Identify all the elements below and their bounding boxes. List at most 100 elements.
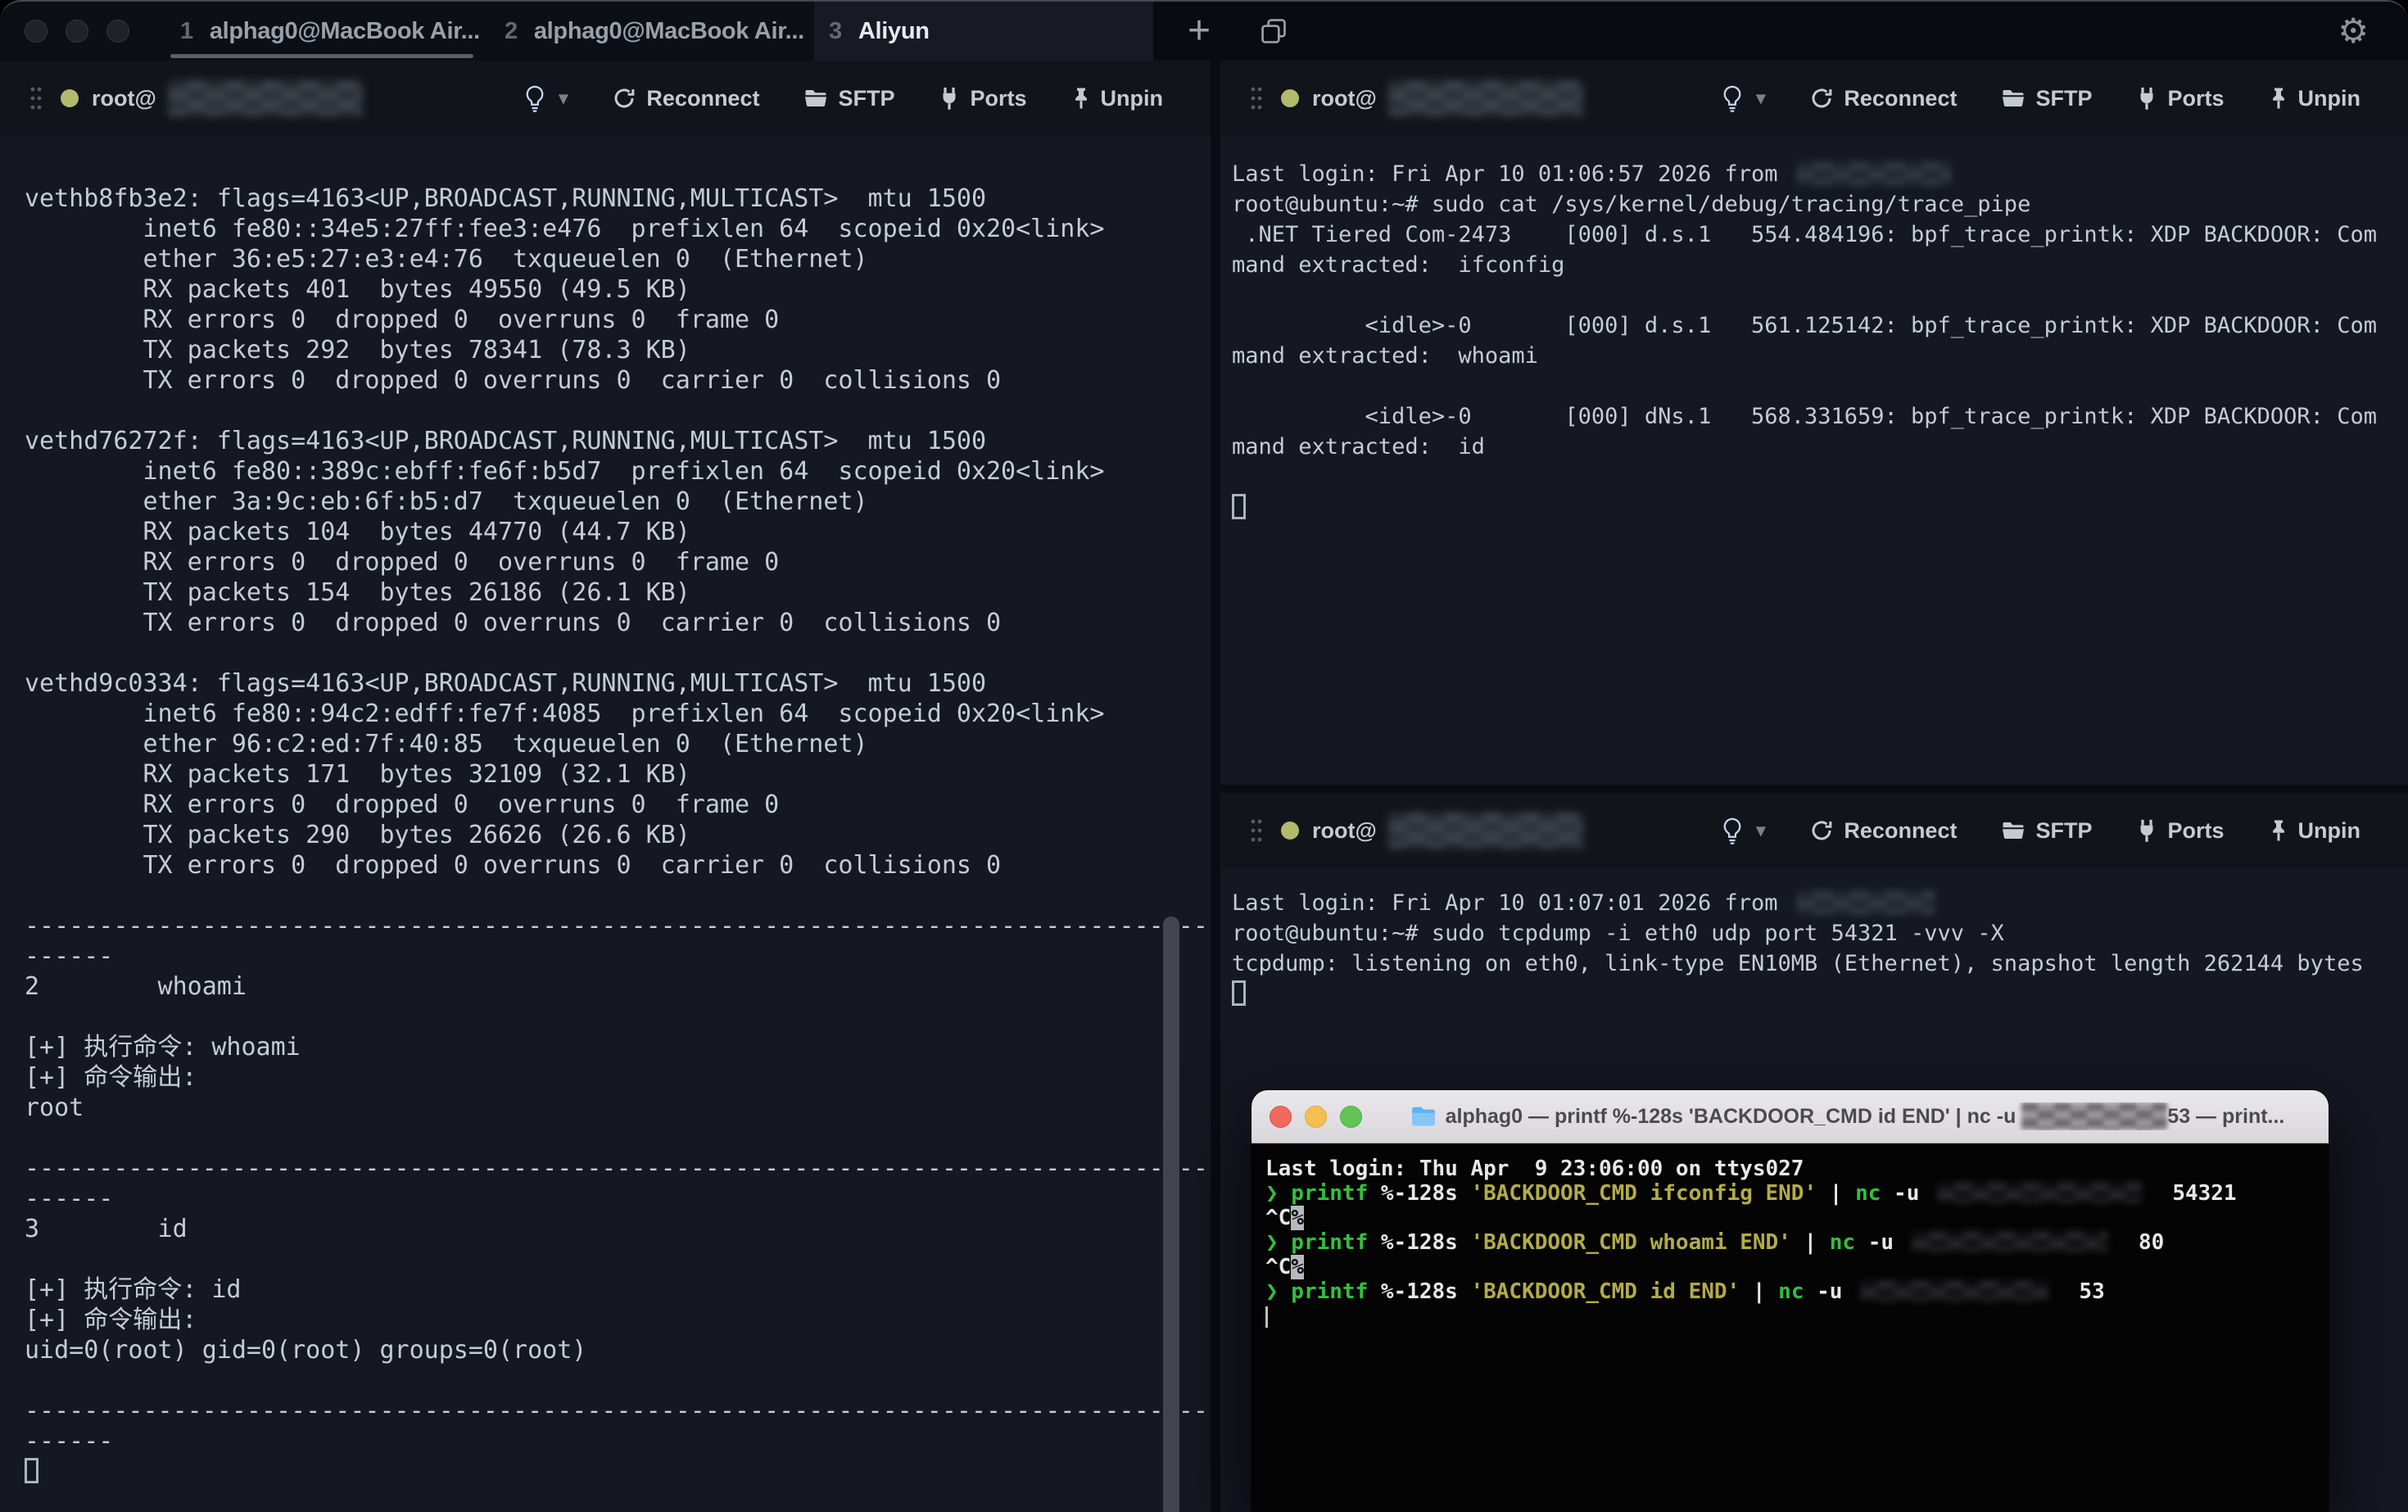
terminal-line: RX packets 171 bytes 32109 (32.1 KB) [25,759,1211,790]
new-tab-button[interactable]: + [1188,11,1211,51]
terminal-line: RX errors 0 dropped 0 overruns 0 frame 0 [25,790,1211,820]
folder-icon [2001,88,2026,109]
connection-status-dot [1281,89,1299,107]
terminal-line: Last login: Thu Apr 9 23:06:00 on ttys02… [1265,1157,2320,1181]
terminal-line [1232,371,2408,401]
drag-handle-icon[interactable] [1250,817,1263,844]
tab-bar: 1 alphag0@MacBook Air... 2 alphag0@MacBo… [0,2,2408,61]
terminal-text: -u [1804,1279,1855,1304]
reconnect-button[interactable]: Reconnect [612,86,759,111]
terminal-text: ether 36:e5:27:e3:e4:76 txqueuelen 0 (Et… [25,245,868,274]
drag-handle-icon[interactable] [29,84,43,112]
terminal-text: tcpdump: listening on eth0, link-type EN… [1232,951,2364,976]
terminal-text: % [1291,1206,1304,1230]
terminal-text: ----------------------------------------… [25,1397,1208,1425]
ports-button[interactable]: Ports [939,86,1026,111]
connection-status-dot [61,89,79,107]
tab-label: Aliyun [858,18,930,45]
tab-number: 2 [505,18,518,45]
terminal-line: 2 whoami [25,971,1211,1002]
terminal-line: ----------------------------------------… [25,911,1211,941]
terminal-text: ----------------------------------------… [25,1154,1208,1183]
terminal-line [25,396,1211,426]
tab-1[interactable]: 1 alphag0@MacBook Air... [165,2,490,61]
terminal-line: TX packets 290 bytes 26626 (26.6 KB) [25,820,1211,850]
terminal-line: ^C% [1265,1255,2320,1279]
tab-number: 3 [829,18,842,45]
terminal-text: TX errors 0 dropped 0 overruns 0 carrier… [25,609,1001,637]
theme-bulb-button[interactable]: ▾ [523,84,568,112]
macos-titlebar[interactable]: alphag0 — printf %-128s 'BACKDOOR_CMD id… [1252,1090,2329,1143]
sftp-button[interactable]: SFTP [803,86,894,111]
terminal-line: TX packets 292 bytes 78341 (78.3 KB) [25,335,1211,365]
tab-3-aliyun-active[interactable]: 3 Aliyun [814,2,1153,61]
vertical-pane-divider[interactable] [1211,61,1220,1512]
terminal-text: <idle>-0 [000] dNs.1 568.331659: bpf_tra… [1232,404,2377,429]
terminal-line [25,1456,1211,1487]
terminal-line: ----------------------------------------… [25,1396,1211,1426]
tab-underline-indicator [170,54,473,58]
zoom-window-button[interactable] [106,20,129,43]
terminal-text: RX errors 0 dropped 0 overruns 0 frame 0 [25,790,779,819]
terminal-text: 2 whoami [25,972,247,1001]
tab-2[interactable]: 2 alphag0@MacBook Air... [490,2,814,61]
lightbulb-icon [527,87,543,105]
terminal-text: nc [1855,1181,1881,1206]
terminal-text: nc [1830,1230,1855,1255]
unpin-label: Unpin [1101,86,1163,111]
ports-label: Ports [2167,818,2224,844]
terminal-line: [+] 执行命令: whoami [25,1032,1211,1062]
terminal-text: Last login: Thu Apr 9 23:06:00 on ttys02… [1265,1157,1804,1181]
terminal-line: ether 96:c2:ed:7f:40:85 txqueuelen 0 (Et… [25,729,1211,759]
host-user-label: root@ [92,86,156,111]
ports-button[interactable]: Ports [2136,818,2224,844]
terminal-cursor [1232,494,1246,519]
terminal-line: ❯ printf %-128s 'BACKDOOR_CMD ifconfig E… [1265,1181,2320,1206]
redacted-text [1912,1231,2108,1252]
pane-header: root@ ▾ Reconnect SFTP [1220,61,2408,136]
terminal-line [25,880,1211,911]
theme-bulb-button[interactable]: ▾ [1720,84,1765,112]
terminal-output-ifconfig[interactable]: vethb8fb3e2: flags=4163<UP,BROADCAST,RUN… [0,136,1211,1512]
macos-zoom-button[interactable] [1340,1106,1362,1128]
drag-handle-icon[interactable] [1250,84,1263,112]
settings-gear-icon[interactable]: ⚙ [2338,14,2369,48]
terminal-text: RX packets 401 bytes 49550 (49.5 KB) [25,275,690,304]
scrollbar[interactable] [1163,917,1179,1512]
close-window-button[interactable] [25,20,48,43]
terminal-text: TX packets 154 bytes 26186 (26.1 KB) [25,578,690,607]
terminal-text: RX packets 104 bytes 44770 (44.7 KB) [25,518,690,546]
theme-bulb-button[interactable]: ▾ [1720,817,1765,844]
unpin-button[interactable]: Unpin [2269,818,2360,844]
folder-icon [2001,820,2026,841]
terminal-line [25,1123,1211,1153]
folder-icon [1410,1105,1437,1128]
reconnect-button[interactable]: Reconnect [1809,86,1957,111]
terminal-text: root@ubuntu:~# sudo cat /sys/kernel/debu… [1232,192,2030,217]
ports-button[interactable]: Ports [2136,86,2224,111]
sftp-button[interactable]: SFTP [2001,86,2092,111]
terminal-line: .NET Tiered Com-2473 [000] d.s.1 554.484… [1232,220,2408,250]
terminal-text: | [1791,1230,1830,1255]
sftp-button[interactable]: SFTP [2001,818,2092,844]
minimize-window-button[interactable] [66,20,88,43]
terminal-text: ------ [25,1184,113,1213]
macos-close-button[interactable] [1270,1106,1292,1128]
macos-terminal-output[interactable]: Last login: Thu Apr 9 23:06:00 on ttys02… [1252,1143,2329,1329]
sftp-label: SFTP [2035,818,2092,844]
terminal-output-trace-pipe[interactable]: Last login: Fri Apr 10 01:06:57 2026 fro… [1220,136,2408,785]
tabbar-right-area: + ⚙ [1153,2,2408,61]
sftp-label: SFTP [838,86,894,111]
folder-icon [803,88,828,109]
macos-minimize-button[interactable] [1305,1106,1327,1128]
reconnect-button[interactable]: Reconnect [1809,818,1957,844]
unpin-button[interactable]: Unpin [2269,86,2360,111]
terminal-line: ------ [25,1184,1211,1214]
terminal-text: ❯ printf [1265,1230,1368,1255]
unpin-button[interactable]: Unpin [1071,86,1163,111]
terminal-line: 3 id [25,1214,1211,1244]
terminal-line: TX packets 154 bytes 26186 (26.1 KB) [25,577,1211,608]
terminal-text: TX errors 0 dropped 0 overruns 0 carrier… [25,851,1001,880]
window-list-icon[interactable] [1258,16,1289,47]
horizontal-pane-divider[interactable] [1220,785,2408,793]
